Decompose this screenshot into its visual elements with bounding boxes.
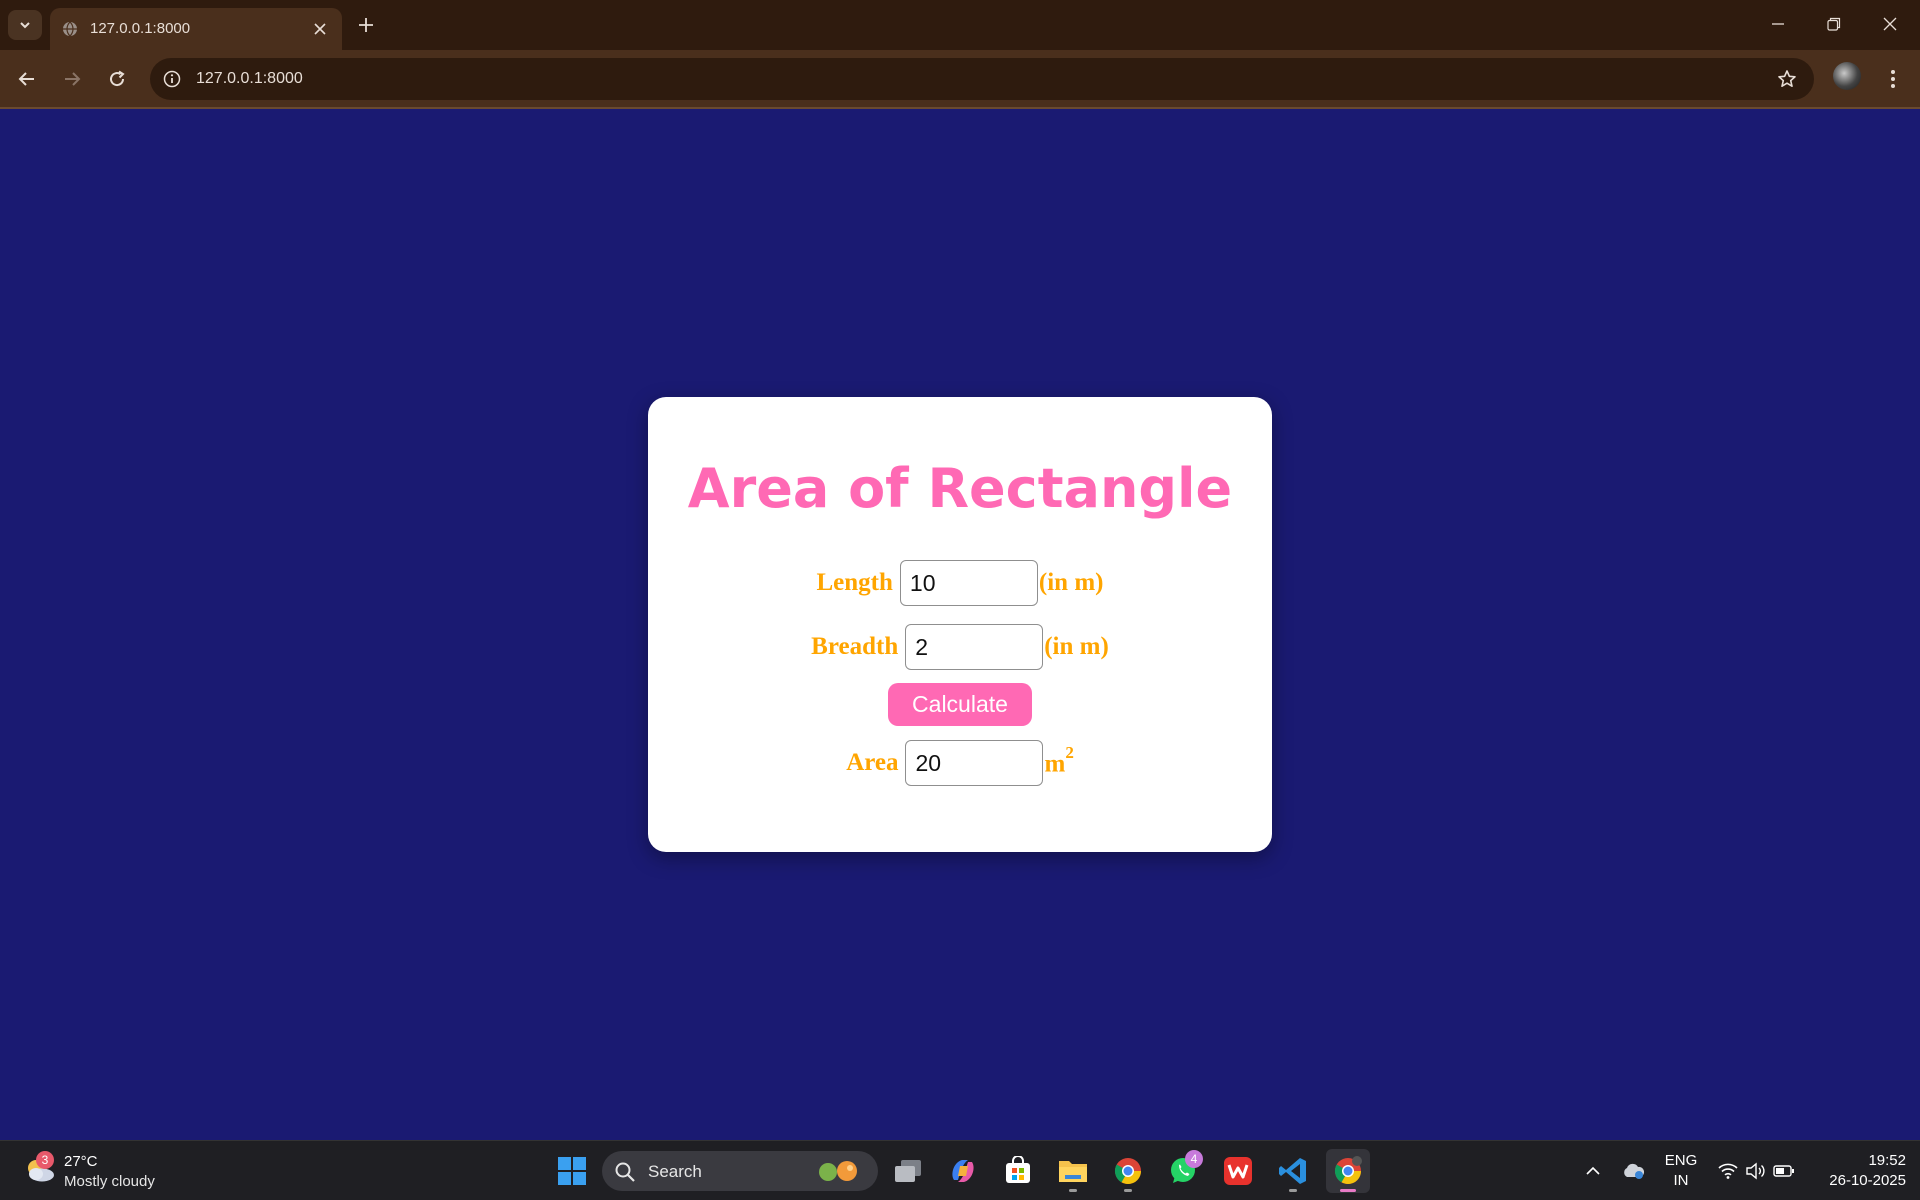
wps-office-icon [1224,1157,1252,1185]
windows-logo-icon [558,1157,586,1185]
running-indicator [1069,1189,1077,1192]
battery-icon [1773,1165,1794,1177]
minimize-icon [1772,23,1784,25]
chrome-icon [1334,1156,1362,1185]
area-row: Area m2 [648,740,1272,786]
back-button[interactable] [10,62,44,96]
weather-badge: 3 [36,1151,54,1169]
weather-condition: Mostly cloudy [64,1173,155,1190]
restore-icon [1827,17,1841,31]
folder-icon [1059,1161,1087,1182]
taskbar-vscode[interactable] [1271,1149,1315,1193]
new-tab-button[interactable] [351,10,381,40]
more-vertical-icon [1891,70,1895,88]
clock-date: 26-10-2025 [1829,1172,1906,1189]
tab-close-button[interactable] [308,17,332,41]
system-clock[interactable]: 19:52 26-10-2025 [1810,1151,1906,1191]
onedrive-tray[interactable] [1618,1149,1648,1193]
address-bar[interactable]: 127.0.0.1:8000 [150,58,1814,100]
running-indicator [1289,1189,1297,1192]
restore-button[interactable] [1806,0,1862,48]
show-hidden-icons-button[interactable] [1580,1149,1606,1193]
area-unit-text: m [1044,750,1066,778]
area-output[interactable] [905,740,1044,786]
profile-avatar[interactable] [1833,62,1861,90]
length-label: Length [816,569,893,596]
breadth-row: Breadth (in m) [648,624,1272,670]
search-placeholder: Search [648,1162,702,1181]
taskbar-task-view[interactable] [886,1149,930,1193]
tab-search-button[interactable] [8,10,42,40]
taskbar: 3 27°C Mostly cloudy Search 4 ENG IN 19:… [0,1140,1920,1200]
arrow-right-icon [65,72,81,86]
calculator-card: Area of Rectangle Length (in m) Breadth … [648,397,1272,852]
taskbar-chrome[interactable] [1106,1149,1150,1193]
chevron-down-icon [20,22,30,29]
taskbar-store[interactable] [996,1149,1040,1193]
toolbar-divider [0,107,1920,109]
language-code: ENG [1664,1152,1698,1169]
taskbar-file-explorer[interactable] [1051,1149,1095,1193]
taskbar-copilot[interactable] [941,1149,985,1193]
plus-icon [359,18,373,32]
weather-temp: 27°C [64,1153,98,1170]
breadth-label: Breadth [811,633,899,660]
forward-button[interactable] [55,62,89,96]
chevron-up-icon [1586,1166,1600,1175]
browser-menu-button[interactable] [1878,62,1908,96]
chrome-icon [1114,1158,1142,1185]
store-icon [1006,1156,1030,1183]
copilot-icon [952,1160,974,1182]
bookmark-button[interactable] [1774,66,1800,92]
reload-button[interactable] [100,62,134,96]
browser-tab[interactable]: 127.0.0.1:8000 [50,8,342,50]
language-indicator[interactable]: ENG IN [1658,1151,1704,1191]
volume-status[interactable] [1742,1149,1770,1193]
start-button[interactable] [550,1149,594,1193]
running-indicator [1124,1189,1132,1192]
cloud-icon [1624,1163,1645,1179]
area-unit: m2 [1044,743,1073,778]
taskbar-search[interactable]: Search [602,1151,878,1191]
wifi-icon [1718,1163,1738,1179]
search-icon [615,1162,635,1182]
site-info-button[interactable] [160,67,184,91]
calculate-button[interactable]: Calculate [888,683,1032,726]
minimize-button[interactable] [1750,0,1806,48]
area-unit-exponent: 2 [1065,743,1074,763]
battery-status[interactable] [1770,1149,1798,1193]
url-text: 127.0.0.1:8000 [196,70,303,87]
breadth-unit: (in m) [1044,633,1109,660]
info-icon [163,70,181,88]
length-unit: (in m) [1038,569,1104,596]
breadth-input[interactable] [905,624,1044,670]
area-label: Area [846,749,899,776]
whatsapp-badge: 4 [1185,1150,1203,1168]
search-highlight-icon [819,1161,857,1181]
close-window-button[interactable] [1862,0,1918,48]
close-icon [1883,17,1897,31]
taskbar-chrome-profile[interactable] [1326,1149,1370,1193]
length-input[interactable] [899,560,1038,606]
speaker-icon [1746,1162,1765,1180]
arrow-left-icon [18,72,34,86]
page-title: Area of Rectangle [687,457,1233,520]
clock-time: 19:52 [1868,1152,1906,1169]
taskbar-wps[interactable] [1216,1149,1260,1193]
browser-tab-bar: 127.0.0.1:8000 [0,0,1920,50]
vscode-icon [1279,1158,1306,1184]
weather-widget[interactable]: 3 27°C Mostly cloudy [20,1149,170,1193]
taskbar-whatsapp[interactable]: 4 [1161,1149,1205,1193]
active-indicator [1340,1189,1356,1192]
globe-icon [63,21,77,37]
star-icon [1778,70,1796,87]
length-row: Length (in m) [648,560,1272,606]
browser-toolbar: 127.0.0.1:8000 [0,50,1920,108]
tab-title: 127.0.0.1:8000 [90,20,191,37]
task-view-icon [895,1160,921,1182]
language-region: IN [1673,1172,1689,1189]
close-icon [314,23,326,35]
reload-icon [110,70,125,87]
wifi-status[interactable] [1714,1149,1742,1193]
